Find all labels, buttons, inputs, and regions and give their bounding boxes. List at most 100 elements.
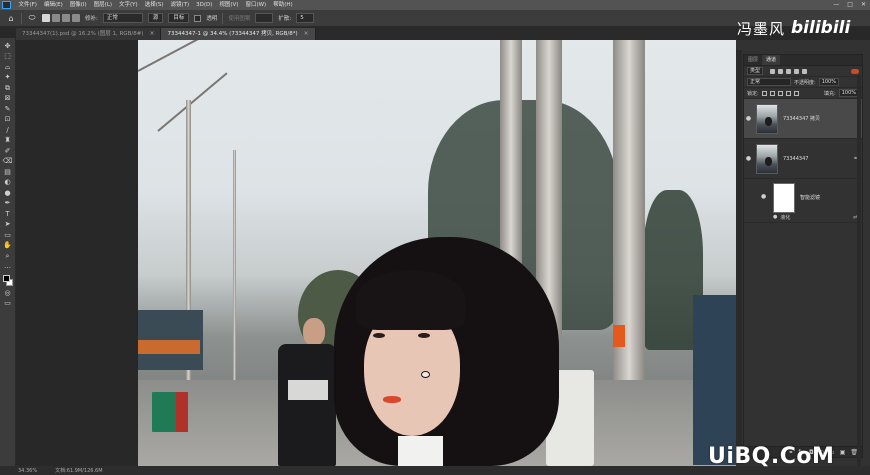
pen-tool-icon[interactable]: ✒: [2, 199, 14, 210]
more-tools-icon[interactable]: …: [2, 262, 14, 273]
stamp-tool-icon[interactable]: ♜: [2, 136, 14, 147]
lock-paint-icon[interactable]: [769, 90, 775, 96]
tab-document-2[interactable]: 73344347-1 @ 34.4% (73344347 拷贝, RGB/8*)…: [161, 28, 316, 40]
menu-filter[interactable]: 滤镜(T): [167, 0, 193, 10]
pattern-picker[interactable]: [255, 13, 274, 23]
menu-select[interactable]: 选择(S): [141, 0, 167, 10]
photo-canvas[interactable]: [138, 40, 736, 466]
menu-image[interactable]: 图像(I): [66, 0, 90, 10]
diffusion-label: 扩散:: [278, 16, 292, 22]
menu-3d[interactable]: 3D(D): [193, 0, 216, 10]
type-filter-icon[interactable]: [786, 68, 792, 74]
zoom-tool-icon[interactable]: ⌕: [2, 251, 14, 262]
layer-row-copy[interactable]: ● 73344347 拷贝: [744, 99, 862, 139]
maximize-button[interactable]: □: [847, 0, 853, 10]
new-selection-button[interactable]: [42, 14, 50, 22]
layers-scrollbar[interactable]: [857, 75, 861, 470]
marquee-tool-icon[interactable]: ⬚: [2, 52, 14, 63]
lock-icons: [761, 90, 799, 96]
smart-filter-row[interactable]: ● 智能滤镜 ● 液化 ⇌: [744, 179, 862, 223]
collapsed-panel-strip[interactable]: [736, 50, 742, 460]
lasso-tool-icon[interactable]: ⌓: [2, 62, 14, 73]
eraser-tool-icon[interactable]: ⌫: [2, 157, 14, 168]
shape-filter-icon[interactable]: [794, 68, 800, 74]
close-button[interactable]: ✕: [861, 0, 866, 10]
menu-view[interactable]: 视图(V): [216, 0, 242, 10]
zoom-level[interactable]: 34.36%: [18, 468, 37, 474]
destination-button[interactable]: 目标: [168, 13, 190, 23]
tab-channels[interactable]: 通道: [762, 55, 781, 65]
pixel-filter-icon[interactable]: [770, 68, 776, 74]
transparent-checkbox[interactable]: [194, 14, 202, 22]
type-tool-icon[interactable]: T: [2, 209, 14, 220]
gradient-tool-icon[interactable]: ▤: [2, 167, 14, 178]
color-swatches[interactable]: [2, 274, 14, 288]
blend-mode-select[interactable]: 正常: [747, 78, 791, 86]
filter-toggle[interactable]: [851, 68, 859, 74]
canvas-area[interactable]: [17, 40, 736, 466]
patch-tool-icon[interactable]: ⊡: [2, 115, 14, 126]
visibility-eye-icon[interactable]: ●: [744, 115, 753, 122]
menu-file[interactable]: 文件(F): [15, 0, 40, 10]
move-tool-icon[interactable]: ✥: [2, 41, 14, 52]
menu-help[interactable]: 帮助(H): [270, 0, 296, 10]
close-icon[interactable]: ×: [149, 28, 154, 40]
lock-all-icon[interactable]: [793, 90, 799, 96]
adjustment-filter-icon[interactable]: [778, 68, 784, 74]
home-icon[interactable]: ⌂: [6, 13, 16, 23]
layer-filter-select[interactable]: 类型: [747, 67, 764, 75]
blur-tool-icon[interactable]: ●: [2, 188, 14, 199]
menu-type[interactable]: 文字(Y): [116, 0, 142, 10]
visibility-eye-icon[interactable]: ●: [773, 214, 777, 221]
tools-panel: ✥ ⬚ ⌓ ✦ ⧉ ⊠ ✎ ⊡ / ♜ ✐ ⌫ ▤ ◐ ● ✒ T ➤ ▭ ✋ …: [0, 38, 16, 466]
use-pattern-button[interactable]: 使用图案: [228, 14, 250, 22]
tab-layers[interactable]: 图层: [744, 55, 762, 65]
divider: [21, 12, 22, 24]
brush-tool-icon[interactable]: /: [2, 125, 14, 136]
source-button[interactable]: 源: [147, 13, 164, 23]
woman-right-eye: [418, 333, 430, 338]
lock-artboard-icon[interactable]: [785, 90, 791, 96]
photoshop-app-icon[interactable]: [2, 1, 11, 9]
woman-lips: [383, 396, 401, 403]
smart-filter-mask-thumbnail[interactable]: [773, 183, 795, 213]
document-size[interactable]: 文档:61.9M/126.6M: [55, 467, 102, 474]
fill-input[interactable]: 100%: [838, 89, 859, 97]
add-selection-button[interactable]: [52, 14, 60, 22]
crop-tool-icon[interactable]: ⧉: [2, 83, 14, 94]
path-select-tool-icon[interactable]: ➤: [2, 220, 14, 231]
minimize-button[interactable]: —: [833, 0, 839, 10]
layer-name[interactable]: 73344347: [783, 156, 808, 162]
lock-pixels-icon[interactable]: [761, 90, 767, 96]
subtract-selection-button[interactable]: [62, 14, 70, 22]
foreground-color-swatch[interactable]: [2, 275, 10, 282]
visibility-eye-icon[interactable]: ●: [744, 155, 753, 162]
quick-mask-icon[interactable]: ◎: [2, 288, 14, 299]
lock-position-icon[interactable]: [777, 90, 783, 96]
layer-row-original[interactable]: ● 73344347 ⚭: [744, 139, 862, 179]
intersect-selection-button[interactable]: [72, 14, 80, 22]
screen-mode-icon[interactable]: ▭: [2, 299, 14, 310]
menu-window[interactable]: 窗口(W): [242, 0, 270, 10]
dodge-tool-icon[interactable]: ◐: [2, 178, 14, 189]
eyedropper-tool-icon[interactable]: ✎: [2, 104, 14, 115]
man-body: [278, 344, 336, 466]
history-brush-tool-icon[interactable]: ✐: [2, 146, 14, 157]
patch-mode-select[interactable]: 正常: [102, 13, 143, 23]
tab-document-1[interactable]: 73344347(1).psd @ 16.2% (图层 1, RGB/8#) ×: [16, 28, 162, 40]
close-icon[interactable]: ×: [304, 28, 309, 40]
hand-tool-icon[interactable]: ✋: [2, 241, 14, 252]
liquify-filter-row[interactable]: ● 液化: [773, 214, 790, 221]
layer-name[interactable]: 73344347 拷贝: [783, 115, 820, 122]
menu-edit[interactable]: 编辑(E): [40, 0, 66, 10]
diffusion-select[interactable]: 5: [296, 13, 315, 23]
new-layer-icon[interactable]: ▣: [840, 449, 846, 456]
smart-object-filter-icon[interactable]: [802, 68, 808, 74]
patch-tool-preset-icon[interactable]: ⬭: [27, 13, 37, 23]
opacity-input[interactable]: 100%: [818, 78, 839, 86]
menu-layer[interactable]: 图层(L): [90, 0, 115, 10]
rectangle-tool-icon[interactable]: ▭: [2, 230, 14, 241]
frame-tool-icon[interactable]: ⊠: [2, 94, 14, 105]
quick-select-tool-icon[interactable]: ✦: [2, 73, 14, 84]
visibility-eye-icon[interactable]: ●: [761, 193, 766, 200]
